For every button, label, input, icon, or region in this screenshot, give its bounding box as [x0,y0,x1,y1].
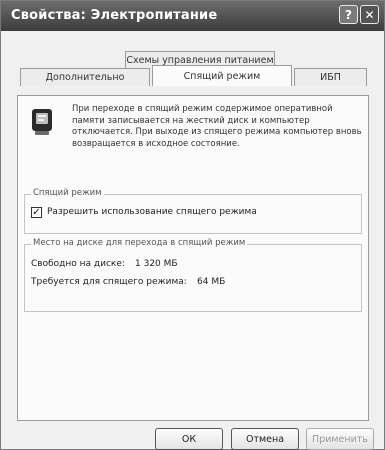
help-button[interactable]: ? [339,5,358,24]
group-legend: Место на диске для перехода в спящий реж… [31,238,248,248]
free-space-value: 1 320 МБ [135,259,178,269]
tab-label: Дополнительно [45,72,125,83]
hibernate-panel: При переходе в спящий режим содержимое о… [17,95,369,421]
button-label: Применить [312,433,368,445]
required-space-value: 64 МБ [197,277,226,287]
sleep-mode-group: Спящий режим ✓ Разрешить использование с… [24,188,362,234]
hibernate-description: При переходе в спящий режим содержимое о… [72,104,362,149]
disk-space-group: Место на диске для перехода в спящий реж… [24,238,362,312]
tab-label: Схемы управления питанием [126,54,274,66]
window-title: Свойства: Электропитание [11,8,218,23]
tab-label: Спящий режим [183,70,261,82]
tab-ups[interactable]: ИБП [294,68,367,86]
tab-advanced[interactable]: Дополнительно [20,68,150,86]
cancel-button[interactable]: Отмена [231,428,299,450]
tab-label: ИБП [320,72,341,83]
apply-button[interactable]: Применить [306,428,374,450]
checkbox-label[interactable]: Разрешить использование спящего режима [47,207,257,217]
group-legend: Спящий режим [31,188,104,198]
free-space-label: Свободно на диске: [31,259,125,269]
tab-hibernate[interactable]: Спящий режим [152,65,292,86]
computer-hibernate-icon [32,109,52,135]
ok-button[interactable]: ОК [155,428,223,450]
properties-dialog: Свойства: Электропитание ? ✕ Схемы управ… [0,0,385,450]
button-label: Отмена [245,433,285,445]
title-bar[interactable]: Свойства: Электропитание ? ✕ [1,1,384,31]
close-button[interactable]: ✕ [360,5,379,24]
enable-hibernate-checkbox[interactable]: ✓ [31,207,42,218]
dialog-body: Схемы управления питанием Дополнительно … [1,31,384,450]
button-label: ОК [181,433,197,445]
required-space-label: Требуется для спящего режима: [31,277,187,287]
close-icon: ✕ [364,7,375,22]
question-icon: ? [345,7,352,22]
checkmark-icon: ✓ [32,207,41,218]
